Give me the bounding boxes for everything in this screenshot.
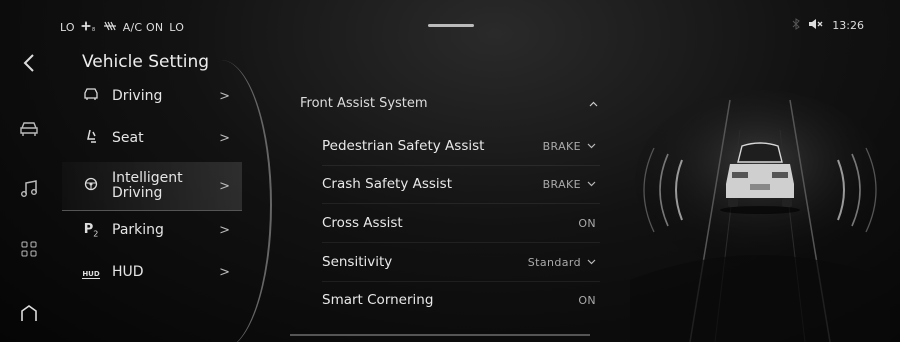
menu-item-seat[interactable]: Seat >: [62, 118, 242, 158]
airflow-icon[interactable]: [103, 20, 117, 35]
clock: 13:26: [832, 19, 864, 32]
right-temp[interactable]: LO: [169, 21, 184, 34]
chevron-right-icon: >: [219, 264, 230, 280]
chevron-right-icon: >: [219, 222, 230, 238]
music-icon[interactable]: [18, 178, 40, 200]
setting-value: BRAKE: [542, 177, 581, 191]
hud-badge: HUD: [82, 269, 100, 279]
setting-value[interactable]: ON: [578, 294, 596, 307]
menu-item-driving[interactable]: Driving >: [62, 76, 242, 116]
drag-handle[interactable]: [428, 24, 474, 27]
apps-grid-icon[interactable]: [18, 238, 40, 260]
fan-icon[interactable]: 8: [80, 20, 97, 35]
setting-value-dropdown[interactable]: BRAKE: [543, 140, 596, 153]
setting-label: Cross Assist: [322, 215, 403, 231]
climate-status: LO 8 A/C ON LO: [60, 20, 184, 35]
home-icon[interactable]: [18, 302, 40, 324]
chevron-down-icon: [587, 143, 596, 149]
ac-status[interactable]: A/C ON: [123, 21, 164, 34]
front-assist-header[interactable]: Front Assist System: [300, 88, 600, 118]
seat-icon: [80, 129, 102, 147]
menu-item-label: Parking: [112, 221, 164, 238]
parking-icon: P2: [83, 221, 99, 239]
setting-value-dropdown[interactable]: Standard: [528, 256, 596, 269]
setting-label: Smart Cornering: [322, 292, 434, 308]
menu-item-label: Driving: [112, 87, 163, 104]
bluetooth-icon: [792, 18, 801, 33]
hud-icon: HUD: [80, 265, 102, 280]
menu-item-hud[interactable]: HUD HUD >: [62, 252, 242, 292]
menu-item-label: Intelligent Driving: [112, 170, 183, 201]
left-rail: [0, 50, 55, 342]
setting-row-crash-safety[interactable]: Crash Safety Assist BRAKE: [322, 165, 600, 204]
chevron-down-icon: [587, 259, 596, 265]
car-illustration: [630, 90, 890, 342]
car-icon[interactable]: [18, 118, 40, 140]
setting-value[interactable]: ON: [578, 217, 596, 230]
scroll-indicator: [290, 334, 590, 336]
section-title: Front Assist System: [300, 95, 428, 111]
mute-icon[interactable]: [808, 18, 824, 33]
menu-item-intelligent-driving[interactable]: Intelligent Driving >: [62, 162, 242, 211]
steering-wheel-icon: [80, 177, 102, 195]
setting-value-dropdown[interactable]: BRAKE: [543, 178, 596, 191]
setting-row-sensitivity[interactable]: Sensitivity Standard: [322, 243, 600, 282]
system-status: 13:26: [792, 18, 864, 33]
steering-car-icon: [80, 87, 102, 105]
setting-row-cross-assist[interactable]: Cross Assist ON: [322, 204, 600, 243]
chevron-up-icon: [589, 97, 598, 110]
chevron-right-icon: >: [219, 88, 230, 104]
chevron-right-icon: >: [219, 130, 230, 146]
menu-item-label: Seat: [112, 129, 144, 146]
car-visualization: [630, 80, 890, 342]
setting-label: Sensitivity: [322, 254, 393, 270]
chevron-down-icon: [587, 181, 596, 187]
setting-label: Crash Safety Assist: [322, 176, 452, 192]
svg-text:8: 8: [92, 27, 95, 32]
setting-row-smart-cornering[interactable]: Smart Cornering ON: [322, 281, 600, 319]
setting-value: BRAKE: [542, 139, 581, 153]
back-arrow-icon[interactable]: [18, 52, 40, 74]
menu-item-label: HUD: [112, 263, 144, 280]
left-temp[interactable]: LO: [60, 21, 75, 34]
setting-row-pedestrian-safety[interactable]: Pedestrian Safety Assist BRAKE: [322, 127, 600, 166]
setting-label: Pedestrian Safety Assist: [322, 138, 485, 154]
menu-item-parking[interactable]: P2 Parking >: [62, 210, 242, 250]
vehicle-setting-screen: LO 8 A/C ON LO 13:26 Vehicle Setting Dri…: [0, 0, 900, 342]
chevron-right-icon: >: [219, 178, 230, 194]
setting-value: Standard: [527, 255, 581, 269]
parking-badge: P: [83, 221, 94, 237]
